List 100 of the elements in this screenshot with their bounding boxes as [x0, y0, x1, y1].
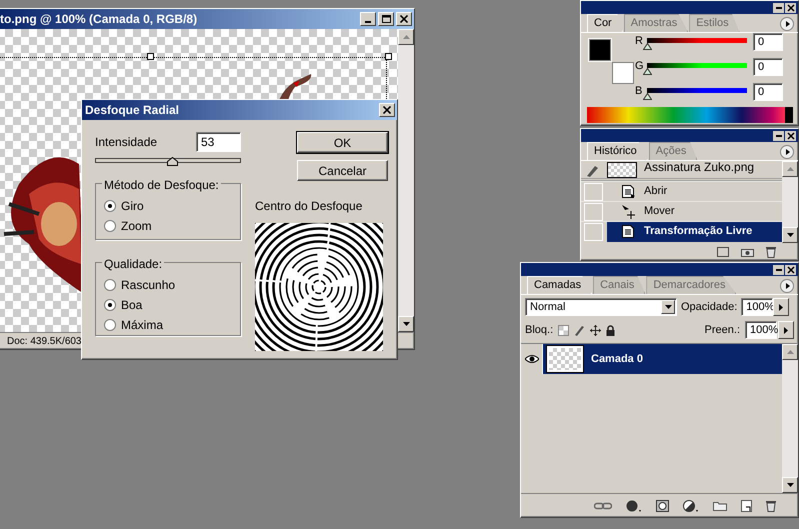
transform-handle[interactable]	[385, 53, 392, 60]
scrollbar[interactable]	[398, 29, 414, 332]
radio-button[interactable]	[104, 279, 116, 291]
radio-label: Zoom	[121, 218, 152, 235]
background-swatch[interactable]	[612, 62, 634, 84]
ok-button[interactable]: OK	[297, 132, 388, 153]
close-button[interactable]	[785, 130, 796, 140]
radio-button[interactable]	[104, 299, 116, 311]
up-arrow-icon	[786, 350, 794, 354]
blur-center-preview[interactable]	[255, 223, 383, 351]
lock-icon[interactable]	[606, 324, 616, 336]
panel-menu-button[interactable]	[780, 17, 794, 31]
panel-menu-button[interactable]	[780, 145, 794, 159]
brush-icon[interactable]	[574, 324, 586, 336]
right-arrow-icon	[779, 304, 784, 310]
panel-menu-button[interactable]	[780, 279, 794, 293]
preview-label: Centro do Desfoque	[255, 198, 362, 215]
down-arrow-icon	[786, 483, 794, 487]
camera-icon[interactable]	[741, 246, 754, 256]
minimize-button[interactable]	[773, 264, 784, 274]
trash-icon[interactable]	[766, 246, 776, 258]
triangle-icon	[785, 283, 791, 289]
adjustment-layer-icon[interactable]	[683, 500, 699, 512]
radio-button[interactable]	[104, 319, 116, 331]
radio-button[interactable]	[104, 220, 116, 232]
link-icon[interactable]	[594, 502, 612, 510]
color-slider-track[interactable]	[647, 88, 747, 93]
radio-label: Boa	[121, 297, 142, 314]
fill-field[interactable]: 100%	[745, 321, 777, 339]
triangle-icon	[785, 149, 791, 155]
amount-field[interactable]: 53	[196, 132, 241, 152]
document-icon	[621, 224, 636, 239]
scroll-down-button[interactable]	[782, 227, 798, 243]
scroll-up-button[interactable]	[782, 161, 798, 177]
eye-icon	[524, 355, 538, 363]
channel-value-field[interactable]: 0	[753, 58, 783, 76]
channel-value-field[interactable]: 0	[753, 33, 783, 51]
slider-thumb[interactable]	[643, 68, 652, 75]
minimize-button[interactable]	[773, 2, 784, 12]
layer-row[interactable]: Camada 0	[543, 344, 782, 374]
dialog-title: Desfoque Radial	[85, 102, 180, 119]
cancel-button[interactable]: Cancelar	[297, 160, 388, 181]
channel-label: B	[635, 84, 644, 99]
panel-tab[interactable]: Camadas	[527, 276, 592, 294]
flyout-button[interactable]	[778, 321, 794, 339]
flyout-button[interactable]	[773, 298, 790, 316]
history-item[interactable]: Mover	[607, 202, 782, 222]
slider-thumb[interactable]	[167, 157, 178, 166]
status-text: Doc: 439.5K/603	[7, 334, 82, 348]
move-tool-icon	[621, 204, 636, 219]
panel-tab[interactable]: Cor	[587, 14, 623, 32]
new-layer-icon[interactable]	[741, 500, 752, 512]
blend-mode-dropdown[interactable]: Normal	[525, 298, 677, 316]
scroll-up-button[interactable]	[782, 344, 798, 360]
close-icon	[786, 266, 794, 274]
minimize-icon	[365, 21, 371, 23]
snapshot-name: Assinatura Zuko.png	[644, 161, 754, 176]
scroll-up-button[interactable]	[398, 29, 414, 45]
move-icon[interactable]	[590, 324, 602, 336]
trash-icon[interactable]	[766, 500, 776, 512]
slider-thumb[interactable]	[643, 43, 652, 50]
mask-icon[interactable]	[656, 500, 669, 512]
close-icon	[400, 15, 408, 23]
panel-tab[interactable]: Histórico	[587, 142, 648, 160]
color-slider-track[interactable]	[647, 63, 747, 68]
scroll-down-button[interactable]	[398, 316, 414, 332]
scrollbar[interactable]	[782, 161, 798, 243]
radio-button[interactable]	[104, 200, 116, 212]
slider-thumb[interactable]	[643, 93, 652, 100]
close-icon	[383, 106, 391, 114]
radio-label: Rascunho	[121, 277, 176, 294]
close-button[interactable]	[785, 264, 796, 274]
scrollbar[interactable]	[782, 344, 798, 493]
channel-value-field[interactable]: 0	[753, 83, 783, 101]
channel-label: R	[635, 34, 644, 49]
maximize-button[interactable]	[378, 12, 394, 26]
history-item[interactable]: Abrir	[607, 182, 782, 202]
color-spectrum-bar[interactable]	[587, 107, 793, 123]
slider-track[interactable]	[95, 158, 241, 163]
transform-handle[interactable]	[147, 53, 154, 60]
right-arrow-icon	[784, 326, 788, 334]
layer-style-icon[interactable]	[626, 500, 642, 512]
snapshot-thumbnail[interactable]	[607, 162, 637, 178]
lock-transparency-icon[interactable]	[558, 324, 570, 336]
layer-thumbnail[interactable]	[547, 346, 583, 372]
close-button[interactable]	[785, 2, 796, 12]
history-item[interactable]: Transformação Livre	[607, 222, 782, 242]
window-title: to.png @ 100% (Camada 0, RGB/8)	[0, 11, 198, 28]
down-arrow-icon	[786, 233, 794, 237]
scroll-down-button[interactable]	[782, 477, 798, 493]
minimize-button[interactable]	[773, 130, 784, 140]
foreground-swatch[interactable]	[589, 39, 611, 61]
down-arrow-icon	[664, 305, 672, 309]
new-document-icon[interactable]	[717, 246, 729, 256]
minimize-button[interactable]	[360, 12, 376, 26]
up-arrow-icon	[402, 35, 410, 39]
folder-icon[interactable]	[713, 500, 727, 510]
maximize-icon	[382, 15, 390, 23]
color-slider-track[interactable]	[647, 38, 747, 43]
fill-label: Preen.:	[704, 322, 740, 338]
